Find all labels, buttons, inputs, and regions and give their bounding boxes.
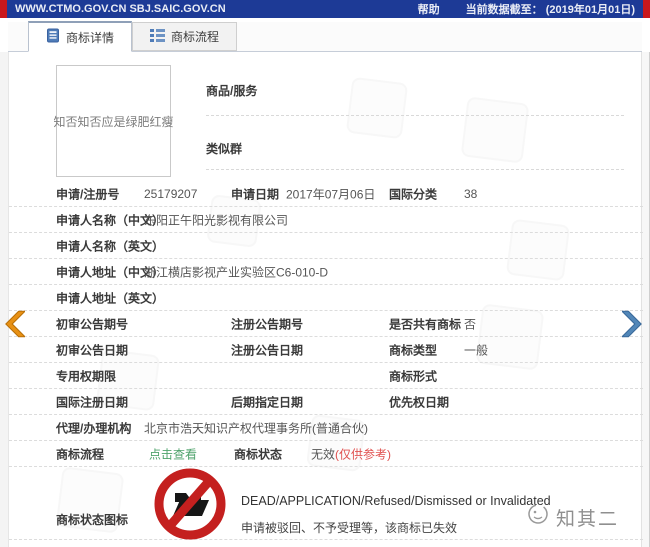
field-intl-class-label: 国际分类 <box>389 187 438 201</box>
trademark-detail-page: WWW.CTMO.GOV.CN SBJ.SAIC.GOV.CN 帮助 当前数据截… <box>0 0 650 547</box>
field-reg-notice-no-label: 注册公告期号 <box>231 317 304 331</box>
status-note-text: (仅供参考) <box>335 447 392 461</box>
field-app-date-value: 2017年07月06日 <box>286 187 376 201</box>
list-icon <box>150 28 166 45</box>
field-mark-type-value: 一般 <box>464 343 489 357</box>
field-exclusive-period-label: 专用权期限 <box>56 369 117 383</box>
field-address-en-label: 申请人地址（英文） <box>56 291 165 305</box>
page-right-edge <box>642 52 650 547</box>
field-mark-form-label: 商标形式 <box>389 369 438 383</box>
tab-details-label: 商标详情 <box>66 30 115 45</box>
field-agency-label: 代理/办理机构 <box>56 421 132 435</box>
field-applicant-en-label: 申请人名称（英文） <box>56 239 165 253</box>
background-watermark <box>460 96 530 164</box>
field-reg-notice-date-label: 注册公告日期 <box>231 343 304 357</box>
background-watermark <box>345 76 409 140</box>
brand-watermark: 知其二 <box>526 503 619 531</box>
field-address-cn-value: 浙江横店影视产业实验区C6-010-D <box>144 265 329 279</box>
status-text-cn: 申请被驳回、不予受理等，该商标已失效 <box>241 521 458 535</box>
field-first-notice-date-label: 初审公告日期 <box>56 343 129 357</box>
status-text-en: DEAD/APPLICATION/Refused/Dismissed or In… <box>241 494 551 508</box>
process-view-link[interactable]: 点击查看 <box>149 445 197 462</box>
field-is-shared-value: 否 <box>464 317 477 331</box>
table-row: 申请人地址（英文） <box>9 285 643 311</box>
field-agency-value: 北京市浩天知识产权代理事务所(普通合伙) <box>144 421 368 435</box>
tab-trademark-details[interactable]: 商标详情 <box>28 21 133 52</box>
field-late-designated-date-label: 后期指定日期 <box>231 395 304 409</box>
table-row: 申请人地址（中文） 浙江横店影视产业实验区C6-010-D <box>9 259 643 285</box>
field-mark-type-label: 商标类型 <box>389 343 438 357</box>
table-row: 申请/注册号 25179207 申请日期 2017年07月06日 国际分类 38 <box>9 181 643 207</box>
table-row: 国际注册日期 后期指定日期 优先权日期 <box>9 389 643 415</box>
next-arrow-button[interactable] <box>620 306 644 347</box>
field-status-label: 商标状态 <box>234 447 283 461</box>
table-row: 专用权期限 商标形式 <box>9 363 643 389</box>
table-row: 初审公告日期 注册公告日期 商标类型 一般 <box>9 337 643 363</box>
status-value-text: 无效 <box>311 447 336 461</box>
goods-services-label: 商品/服务 <box>206 84 258 98</box>
field-priority-date-label: 优先权日期 <box>389 395 450 409</box>
table-row: 代理/办理机构 北京市浩天知识产权代理事务所(普通合伙) <box>9 415 643 441</box>
field-applicant-cn-value: 东阳正午阳光影视有限公司 <box>144 213 289 227</box>
tab-process-label: 商标流程 <box>171 30 220 44</box>
field-first-notice-no-label: 初审公告期号 <box>56 317 129 331</box>
table-row: 商标流程 点击查看 商标状态 无效(仅供参考) <box>9 441 643 467</box>
brand-text: 知其二 <box>555 508 619 530</box>
table-row: 申请人名称（英文） <box>9 233 643 259</box>
trademark-image-text: 知否知否应是绿肥红瘦 <box>53 114 174 129</box>
site-domains: WWW.CTMO.GOV.CN SBJ.SAIC.GOV.CN <box>15 3 226 15</box>
face-logo-icon <box>526 503 550 531</box>
tab-trademark-process[interactable]: 商标流程 <box>132 22 238 51</box>
data-cutoff-text: 当前数据截至： (2019年01月01日) <box>465 4 635 16</box>
divider <box>206 169 624 170</box>
prev-arrow-button[interactable] <box>3 306 27 347</box>
topbar: WWW.CTMO.GOV.CN SBJ.SAIC.GOV.CN 帮助 当前数据截… <box>0 0 650 18</box>
field-intl-class-value: 38 <box>464 186 478 201</box>
field-process-label: 商标流程 <box>56 447 105 461</box>
content-panel: 知否知否应是绿肥红瘦 商品/服务 类似群 申请/注册号 25179207 申请日… <box>8 52 643 547</box>
tab-bar: 商标详情 商标流程 <box>8 21 642 52</box>
chevron-left-icon <box>3 310 27 346</box>
topbar-inner: WWW.CTMO.GOV.CN SBJ.SAIC.GOV.CN 帮助 当前数据截… <box>7 0 643 18</box>
similar-group-label: 类似群 <box>206 142 243 156</box>
field-is-shared-label: 是否共有商标 <box>389 317 462 331</box>
chevron-right-icon <box>620 310 644 346</box>
notebook-icon <box>46 28 60 46</box>
help-link[interactable]: 帮助 <box>418 1 440 17</box>
field-intl-reg-date-label: 国际注册日期 <box>56 395 129 409</box>
field-reg-no-label: 申请/注册号 <box>56 187 120 201</box>
field-status-value: 无效(仅供参考) <box>311 445 391 462</box>
table-row: 初审公告期号 注册公告期号 是否共有商标 否 <box>9 311 643 337</box>
page-left-edge <box>0 52 8 547</box>
field-app-date-label: 申请日期 <box>231 187 280 201</box>
field-reg-no-value: 25179207 <box>144 186 198 201</box>
table-row: 申请人名称（中文） 东阳正午阳光影视有限公司 <box>9 207 643 233</box>
divider <box>206 115 624 116</box>
status-icon-label: 商标状态图标 <box>56 513 129 527</box>
trademark-image: 知否知否应是绿肥红瘦 <box>53 65 174 177</box>
prohibited-folder-icon <box>153 467 227 546</box>
